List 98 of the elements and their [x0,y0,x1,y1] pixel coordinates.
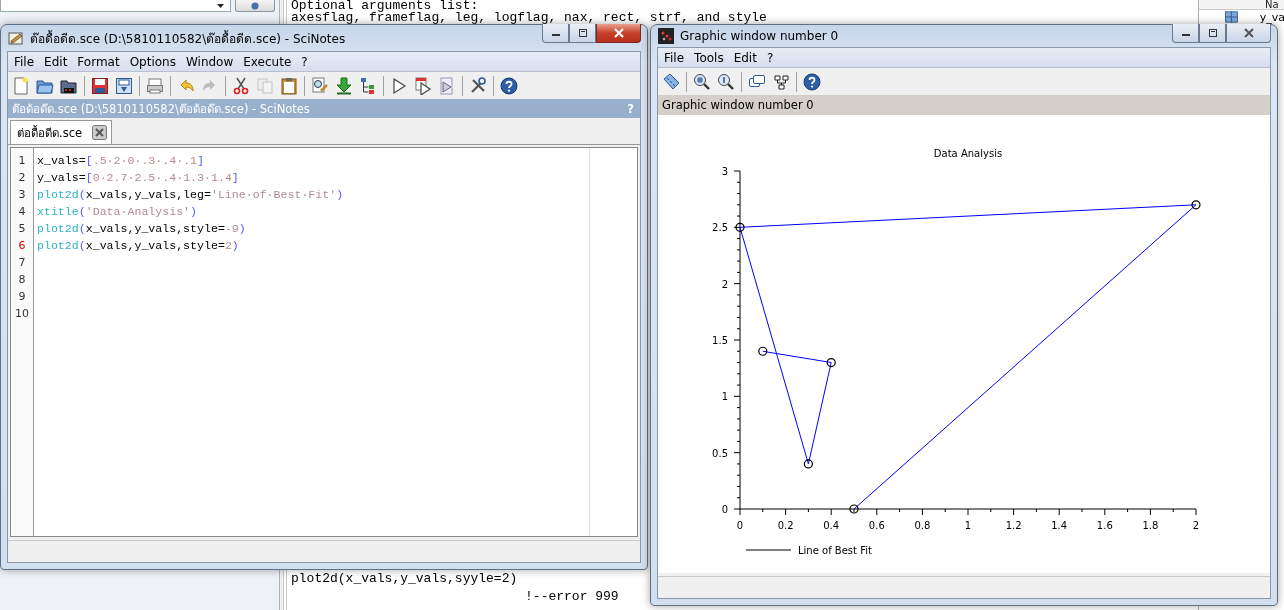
data-point [1191,200,1201,210]
line-number: 8 [17,272,27,288]
ruler-icon[interactable] [662,72,680,91]
code-line: plot2d(x_vals,y_vals,style=-9) [37,221,247,237]
tick-label: 1 [721,391,728,403]
figure-label: Graphic window number 0 [662,98,814,112]
tree-icon[interactable] [359,76,377,95]
menu-item[interactable]: Options [125,54,180,69]
document-icon[interactable] [438,76,456,95]
legend-line [745,549,792,551]
code-line: y_vals=[0·2.7·2.5·.4·1.3·1.4] [37,170,240,186]
line-number: 10 [14,306,30,322]
app-icon [658,28,674,44]
window-title: ต๊อดื้อดีด.sce (D:\5810110582\ต๊อดื้อดีด.sce) - SciNotes [30,29,346,48]
data-point [849,504,859,514]
maximize-icon [577,29,588,37]
file-tab[interactable]: ต่อดื้อดีด.sce [10,120,113,144]
tick-label: 2 [721,278,728,290]
menu-item[interactable]: Execute [239,54,296,69]
tick-label: 1.2 [1005,520,1022,531]
console-text: plot2d(x_vals,y_vals,syyle=2) [291,570,519,588]
maximize-button[interactable] [1199,24,1226,43]
menu-item[interactable]: File [660,50,689,65]
column-header: Na [1265,0,1280,9]
tree-icon[interactable] [772,72,790,91]
line-number: 4 [17,204,27,220]
menu-item[interactable]: Edit [40,54,72,69]
line-number: 2 [17,170,27,186]
close-icon [1242,28,1255,38]
legend-label: Line of Best Fit [798,545,872,556]
console-text: !--error 999 [524,588,620,606]
console-text: axesflag, frameflag, leg, logflag, nax, rect, strf, and style [291,12,768,24]
maximize-button[interactable] [569,24,596,43]
close-icon [612,28,625,38]
line-number: 1 [17,153,27,169]
menu-item[interactable]: Edit [729,50,761,65]
down-arrow-icon[interactable] [335,76,353,95]
menu-item[interactable]: Window [181,54,238,69]
browse-button[interactable] [235,0,275,12]
tick-label: 1.4 [1051,520,1068,531]
data-point [826,357,836,368]
caret-icon [217,3,225,8]
tick-label: 0.8 [914,520,931,531]
tick-label: 0.5 [712,447,728,459]
document-path: ต๊อด้อด๊ด.sce (D:\5810110582\ต๊อด้อด๊ด.sce) - SciNotes [12,100,310,118]
minimize-button[interactable] [1172,24,1199,43]
code-line: xtitle('Data·Analysis') [37,204,199,220]
tools-icon[interactable] [469,76,487,95]
line-number: 6 [17,238,27,254]
tick-label: 1 [964,520,972,531]
tick-label: 2.5 [712,222,728,234]
code-line: plot2d(x_vals,y_vals,leg='Line·of·Best·Fit') [37,187,344,203]
line-number: 7 [17,255,27,271]
zoom-icon[interactable] [693,72,711,91]
tick-label: 0 [721,504,728,515]
data-point [758,346,768,356]
notepad-icon [8,30,24,46]
tick-label: 1.8 [1142,520,1159,531]
line-number: 3 [17,187,27,203]
tick-label: 0.2 [777,520,794,531]
console-text: Optional arguments list: [291,0,479,12]
menu-item[interactable]: ? [297,54,312,69]
help-icon[interactable] [803,72,821,91]
code-line: x_vals=[.5·2·0·.3·.4·.1] [37,153,206,169]
play-document-icon[interactable] [414,76,432,95]
help-icon[interactable] [500,76,518,95]
printer-icon[interactable] [146,76,164,95]
clipboard-icon[interactable] [280,76,298,95]
close-icon[interactable] [92,125,108,140]
grid-icon [1225,10,1238,24]
zoom-icon[interactable] [717,72,735,91]
line-number: 9 [17,289,27,305]
menu-item[interactable]: Format [73,54,124,69]
tick-label: 1.5 [712,335,728,346]
data-point [735,222,745,232]
minimize-button[interactable] [542,24,569,43]
code-line: plot2d(x_vals,y_vals,style=2) [37,238,240,254]
tick-label: 2 [1192,520,1200,531]
tick-label: 1.6 [1096,520,1113,531]
menu-item[interactable]: File [10,54,39,69]
scissors-icon[interactable] [232,76,250,95]
dropdown-field[interactable] [0,0,232,12]
close-button[interactable] [1226,24,1271,43]
window-title: Graphic window number 0 [680,29,839,43]
maximize-icon [1207,29,1218,37]
tick-label: 0 [736,520,744,531]
menu-item[interactable]: ? [762,50,778,65]
line-number: 5 [17,221,27,237]
variable-name[interactable]: y_va [1259,10,1284,24]
menu-item[interactable]: Tools [690,50,728,65]
tick-label: 0.6 [868,520,885,531]
data-point [803,459,813,469]
close-button[interactable] [596,24,641,43]
tick-label: 3 [721,166,728,177]
play-icon[interactable] [390,76,408,95]
chart-title: Data Analysis [933,148,1003,159]
tick-label: 0.4 [823,520,840,531]
search-icon[interactable] [311,76,329,95]
